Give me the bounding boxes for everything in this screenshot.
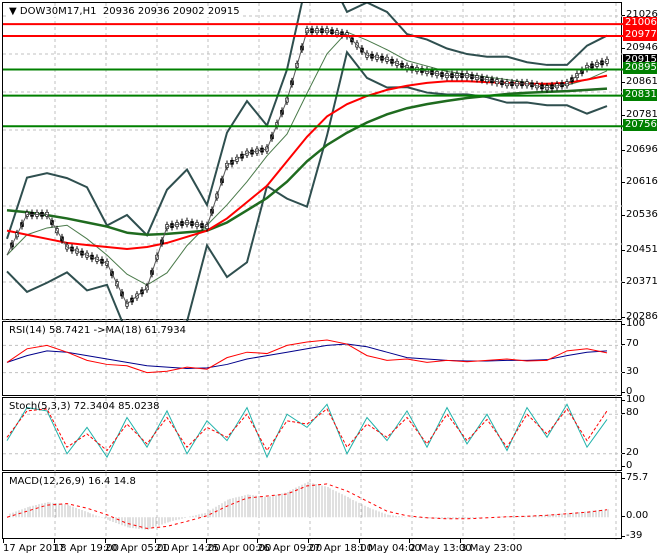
- price-tick-label: 20946: [622, 41, 658, 53]
- price-chart-canvas: [3, 3, 623, 321]
- level-price-label: 21006: [623, 17, 657, 30]
- price-tick-label: 20536: [622, 208, 658, 220]
- time-tick-mark: [460, 539, 462, 543]
- time-tick-mark: [358, 539, 360, 543]
- stochastic-tick-label: 100: [621, 394, 646, 405]
- level-price-label: 20895: [623, 62, 657, 75]
- symbol-label: DOW30M17,H1: [19, 6, 97, 17]
- time-tick-mark: [206, 539, 208, 543]
- trading-chart-window: ▼ DOW30M17,H1 20936 20936 20902 20915 21…: [0, 0, 660, 560]
- stochastic-tick-label: 20: [622, 446, 639, 458]
- time-tick-mark: [257, 539, 258, 543]
- price-tick-label: 20371: [622, 276, 658, 288]
- stochastic-panel[interactable]: Stoch(5,3,3) 72.3404 85.0238: [2, 397, 623, 472]
- rsi-title: RSI(14) 58.7421 ->MA(18) 61.7934: [9, 325, 186, 336]
- rsi-ma-line: [6, 343, 608, 370]
- macd-axis: 75.7 0.00 -39: [621, 472, 660, 541]
- level-price-label: 20977: [623, 28, 657, 41]
- time-tick-mark: [155, 539, 157, 543]
- chart-header: ▼ DOW30M17,H1 20936 20936 20902 20915: [9, 6, 240, 17]
- macd-panel[interactable]: MACD(12,26,9) 16.4 14.8: [2, 472, 622, 540]
- macd-tick-label: 0.00: [621, 510, 649, 522]
- stochastic-tick-label: 0: [621, 460, 633, 471]
- macd-signal-line: [6, 483, 608, 529]
- stochastic-title: Stoch(5,3,3) 72.3404 85.0238: [9, 401, 160, 412]
- time-tick-mark: [53, 539, 55, 543]
- level-price-label: 20831: [623, 88, 657, 101]
- price-tick-label: 20451: [622, 243, 658, 255]
- price-tick-label: 20861: [622, 76, 658, 88]
- time-tick-mark: [104, 539, 106, 543]
- stochastic-tick-label: 80: [622, 407, 639, 419]
- triangle-down-icon[interactable]: ▼: [9, 6, 17, 17]
- price-tick-label: 20616: [622, 176, 658, 188]
- price-chart-panel[interactable]: ▼ DOW30M17,H1 20936 20936 20902 20915: [2, 2, 623, 321]
- macd-tick-label: 75.7: [621, 472, 649, 483]
- ma-green-line: [6, 87, 608, 236]
- macd-tick-label: -39: [621, 530, 643, 541]
- level-price-label: 20756: [623, 119, 657, 132]
- macd-title: MACD(12,26,9) 16.4 14.8: [9, 476, 136, 487]
- time-tick-mark: [409, 539, 411, 543]
- rsi-panel[interactable]: RSI(14) 58.7421 ->MA(18) 61.7934: [2, 321, 623, 397]
- price-axis[interactable]: 21026 20946 20861 20781 20696 20616 20536 20451…: [622, 2, 660, 322]
- time-tick-label: 3 May 23:00: [460, 543, 523, 554]
- rsi-axis: 100 70 30 0: [621, 318, 660, 397]
- rsi-tick-label: 100: [621, 318, 646, 329]
- ohlc-values: 20936 20936 20902 20915: [102, 6, 240, 17]
- time-tick-mark: [307, 539, 309, 543]
- rsi-tick-label: 30: [622, 365, 639, 377]
- stochastic-axis: 100 80 20 0: [621, 394, 660, 471]
- price-tick-label: 20696: [622, 143, 658, 155]
- time-tick-mark: [3, 539, 4, 543]
- rsi-tick-label: 70: [622, 338, 639, 350]
- rsi-line: [6, 339, 608, 374]
